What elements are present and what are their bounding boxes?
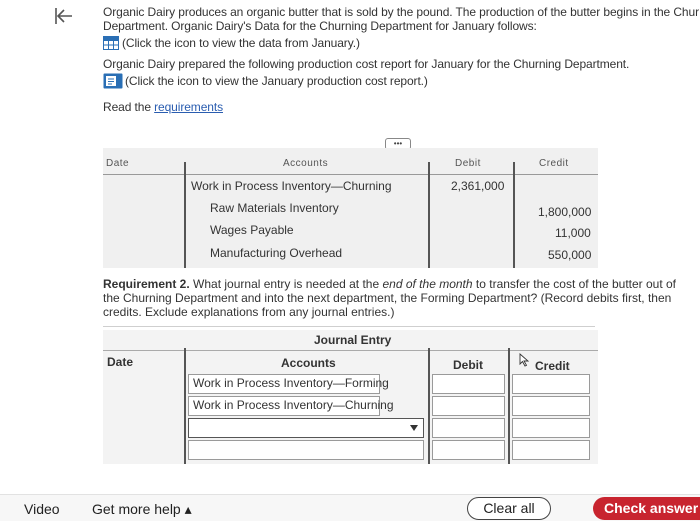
journal-entry-title: Journal Entry [314,333,392,347]
debit-input-row3[interactable] [432,418,505,438]
req2-text-a: What journal entry is needed at the [189,277,383,291]
col-header-accounts: Accounts [283,158,329,169]
intro-line-2: Department. Organic Dairy's Data for the… [103,19,537,33]
journal-entry-table-req2: Journal Entry Date Accounts Debit Credit… [103,330,598,464]
j-header-credit: Credit [535,359,570,373]
read-requirements: Read the requirements [103,100,223,114]
footer-bar: Video Get more help ▴ Clear all Check an… [0,494,700,521]
row1-account: Work in Process Inventory—Churning [191,179,392,193]
row4-account: Manufacturing Overhead [210,246,343,260]
row2-credit: 1,800,000 [538,205,592,219]
col-header-debit: Debit [455,158,481,169]
back-arrow-icon[interactable] [54,6,74,26]
row1-debit: 2,361,000 [451,179,505,193]
row4-credit: 550,000 [548,248,592,262]
chevron-down-icon[interactable] [410,425,418,431]
intro-line-1: Organic Dairy produces an organic butter… [103,5,699,19]
col-header-credit: Credit [539,158,569,169]
row2-account: Raw Materials Inventory [210,201,339,215]
data-table-icon[interactable] [103,36,119,50]
get-more-help-button[interactable]: Get more help ▴ [92,501,192,518]
credit-input-row4[interactable] [512,440,590,460]
clear-all-button[interactable]: Clear all [467,497,551,520]
j-header-date: Date [107,355,134,369]
requirements-link[interactable]: requirements [154,100,223,114]
account-input-row1[interactable]: Work in Process Inventory—Forming [188,374,389,394]
read-prefix: Read the [103,100,155,114]
data-link-row[interactable]: (Click the icon to view the data from Ja… [103,36,360,50]
credit-input-row3[interactable] [512,418,590,438]
debit-input-row2[interactable] [432,396,505,416]
report-icon[interactable] [103,73,123,89]
debit-input-row4[interactable] [432,440,505,460]
credit-input-row2[interactable] [512,396,590,416]
account-select-row3[interactable] [188,418,424,438]
journal-entry-table-req1: Date Accounts Debit Credit Work in Proce… [103,148,598,268]
row3-credit: 11,000 [555,226,591,240]
account-input-row4[interactable] [188,440,424,460]
j-header-accounts: Accounts [281,356,336,370]
mouse-cursor-icon [519,353,531,370]
check-answer-button[interactable]: Check answer [593,497,700,520]
row3-account: Wages Payable [210,223,294,237]
req2-emphasis: end of the month [382,277,473,291]
credit-input-row1[interactable] [512,374,590,394]
divider [103,326,595,327]
j-header-debit: Debit [453,358,483,372]
report-link-text[interactable]: (Click the icon to view the January prod… [125,74,428,88]
account-input-row2[interactable]: Work in Process Inventory—Churning [188,396,394,416]
intro-line-4: Organic Dairy prepared the following pro… [103,57,630,71]
video-button[interactable]: Video [24,501,60,517]
col-header-date: Date [106,158,130,169]
debit-input-row1[interactable] [432,374,505,394]
report-link-row[interactable]: (Click the icon to view the January prod… [103,73,428,89]
data-link-text[interactable]: (Click the icon to view the data from Ja… [122,36,360,50]
requirement-2-text: Requirement 2. What journal entry is nee… [103,277,693,319]
requirement-2-label: Requirement 2. [103,277,190,291]
